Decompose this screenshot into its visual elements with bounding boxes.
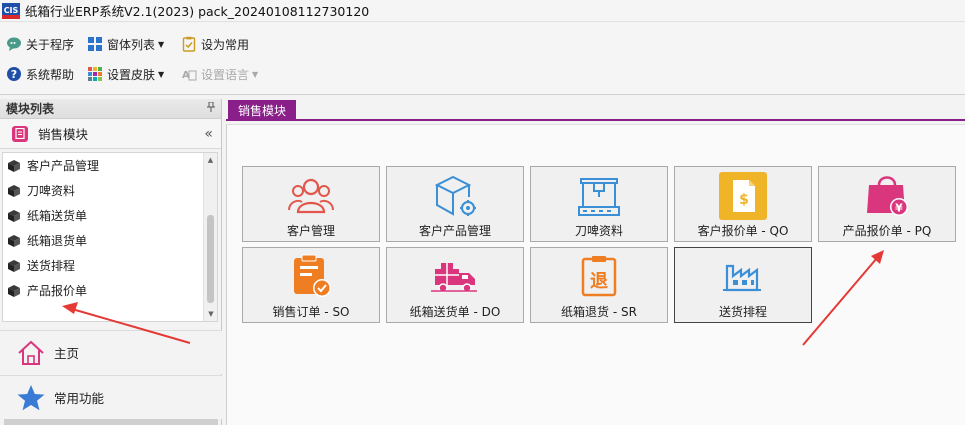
list-item[interactable]: 纸箱退货单 xyxy=(3,228,217,253)
cube-icon xyxy=(8,259,20,272)
tile-label: 销售订单 - SO xyxy=(272,305,350,319)
tile-label: 客户报价单 - QO xyxy=(697,224,789,238)
help-button[interactable]: ? 系统帮助 xyxy=(6,63,74,85)
product-box-icon xyxy=(431,173,479,219)
sales-module-group[interactable]: 销售模块 « xyxy=(0,119,221,149)
skin-label: 设置皮肤 xyxy=(107,67,156,82)
window-list-button[interactable]: 窗体列表 ▼ xyxy=(87,33,164,55)
yen-glyph: ¥ xyxy=(895,202,903,215)
clipboard-check-icon xyxy=(181,36,197,52)
tile-label: 客户管理 xyxy=(286,224,335,238)
window-list-label: 窗体列表 xyxy=(107,37,156,52)
about-label: 关于程序 xyxy=(26,37,75,52)
cutting-die-icon xyxy=(575,173,623,219)
nav-home[interactable]: 主页 xyxy=(0,330,222,374)
list-item-label: 客户产品管理 xyxy=(27,159,100,173)
about-button[interactable]: 关于程序 xyxy=(6,33,74,55)
sales-module-label: 销售模块 xyxy=(38,127,89,142)
list-item-label: 送货排程 xyxy=(27,259,76,273)
list-item-label: 纸箱送货单 xyxy=(27,209,88,223)
tile-label: 客户产品管理 xyxy=(418,224,491,238)
language-label: 设置语言 xyxy=(201,67,250,82)
list-item[interactable]: 送货排程 xyxy=(3,253,217,278)
tile-cutting-die[interactable]: 刀啤资料 xyxy=(530,166,668,242)
windows-icon xyxy=(87,36,103,52)
home-icon xyxy=(16,338,46,368)
list-scrollbar[interactable]: ▲ ▼ xyxy=(203,153,217,321)
factory-schedule-icon xyxy=(719,254,767,300)
app-logo-icon: CIS xyxy=(2,2,20,19)
nav-common-label: 常用功能 xyxy=(54,391,105,406)
language-button[interactable]: A 设置语言 ▼ xyxy=(181,63,258,85)
tile-delivery-note[interactable]: 纸箱送货单 - DO xyxy=(386,247,524,323)
cube-icon xyxy=(8,184,20,197)
app-logo-text: CIS xyxy=(3,6,19,15)
quote-document-icon: $ xyxy=(719,172,767,220)
scroll-up-icon[interactable]: ▲ xyxy=(204,153,217,167)
chevron-down-icon: ▼ xyxy=(158,39,165,49)
skin-button[interactable]: 设置皮肤 ▼ xyxy=(87,63,164,85)
nav-common-functions[interactable]: 常用功能 xyxy=(0,375,222,419)
delivery-truck-icon xyxy=(431,254,479,300)
cube-icon xyxy=(8,284,20,297)
module-list-title: 模块列表 xyxy=(6,102,55,116)
scroll-down-icon[interactable]: ▼ xyxy=(204,307,218,321)
about-chat-icon xyxy=(6,36,22,52)
tile-customer-product[interactable]: 客户产品管理 xyxy=(386,166,524,242)
tile-label: 纸箱退货 - SR xyxy=(561,305,637,319)
list-item-label: 纸箱退货单 xyxy=(27,234,88,248)
main-area: 销售模块 客户管理 客户产品管理 刀啤资料 $ 客户报价单 - QO ¥ 产品报… xyxy=(226,99,965,425)
tile-sales-order[interactable]: 销售订单 - SO xyxy=(242,247,380,323)
pin-icon[interactable] xyxy=(207,101,215,115)
price-bag-icon: ¥ xyxy=(863,173,911,219)
language-icon: A xyxy=(181,66,197,82)
collapse-icon[interactable]: « xyxy=(204,126,213,142)
toolbar: 关于程序 窗体列表 ▼ 设为常用 ? 系统帮助 设置皮肤 ▼ A 设置语言 ▼ xyxy=(0,23,965,95)
tile-label: 纸箱送货单 - DO xyxy=(409,305,501,319)
chevron-down-icon: ▼ xyxy=(158,69,165,79)
module-list-panel: 模块列表 销售模块 « 客户产品管理 刀啤资料纸箱送货单纸箱退货单送货排程产品报价… xyxy=(0,99,222,425)
svg-text:?: ? xyxy=(11,68,17,81)
list-item[interactable]: 纸箱送货单 xyxy=(3,203,217,228)
nav-home-label: 主页 xyxy=(54,346,80,361)
module-list-header: 模块列表 xyxy=(0,99,221,119)
scroll-thumb[interactable] xyxy=(207,215,214,303)
tile-label: 送货排程 xyxy=(718,305,767,319)
cube-icon xyxy=(8,159,20,172)
star-icon xyxy=(16,383,46,413)
list-item[interactable]: 刀啤资料 xyxy=(3,178,217,203)
tile-product-quote[interactable]: ¥ 产品报价单 - PQ xyxy=(818,166,956,242)
customers-icon xyxy=(287,173,335,219)
tile-delivery-schedule[interactable]: 送货排程 xyxy=(674,247,812,323)
module-tiles-area: 客户管理 客户产品管理 刀啤资料 $ 客户报价单 - QO ¥ 产品报价单 - … xyxy=(226,124,965,425)
set-common-button[interactable]: 设为常用 xyxy=(181,33,249,55)
list-item-label: 刀啤资料 xyxy=(27,184,76,198)
tile-customer-quote[interactable]: $ 客户报价单 - QO xyxy=(674,166,812,242)
return-icon: 退 xyxy=(575,254,623,300)
list-item-label: 产品报价单 xyxy=(27,284,88,298)
window-title: 纸箱行业ERP系统V2.1(2023) pack_202401081127301… xyxy=(25,4,370,19)
cube-icon xyxy=(8,209,20,222)
sales-document-icon xyxy=(12,125,28,142)
chevron-down-icon: ▼ xyxy=(252,69,259,79)
module-item-list: 客户产品管理 刀啤资料纸箱送货单纸箱退货单送货排程产品报价单 ▲ ▼ xyxy=(2,152,218,322)
tile-customer-management[interactable]: 客户管理 xyxy=(242,166,380,242)
tab-strip: 销售模块 xyxy=(226,99,965,121)
tab-sales-module[interactable]: 销售模块 xyxy=(228,100,297,121)
tile-box-return[interactable]: 退 纸箱退货 - SR xyxy=(530,247,668,323)
tile-label: 产品报价单 - PQ xyxy=(842,224,932,238)
title-bar: CIS 纸箱行业ERP系统V2.1(2023) pack_20240108112… xyxy=(0,0,965,22)
dollar-glyph: $ xyxy=(739,192,749,208)
skin-palette-icon xyxy=(87,66,103,82)
list-item[interactable]: 客户产品管理 xyxy=(3,153,217,178)
return-glyph: 退 xyxy=(590,271,608,292)
list-item[interactable]: 产品报价单 xyxy=(3,278,217,303)
panel-bottom-bar xyxy=(4,419,218,425)
sales-order-icon xyxy=(287,254,335,300)
help-icon: ? xyxy=(6,66,22,82)
help-label: 系统帮助 xyxy=(26,67,75,82)
tile-label: 刀啤资料 xyxy=(574,224,623,238)
cube-icon xyxy=(8,234,20,247)
set-common-label: 设为常用 xyxy=(201,37,250,52)
